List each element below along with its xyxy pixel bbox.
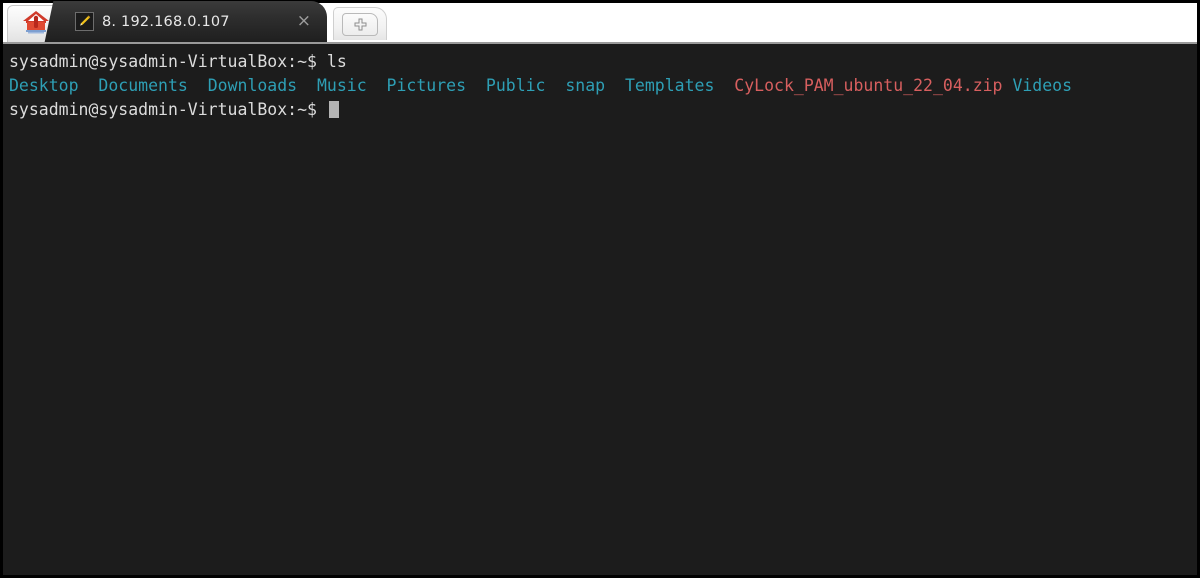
tab-bar-empty-area	[387, 3, 1197, 42]
terminal-lines: sysadmin@sysadmin-VirtualBox:~$ ls Deskto…	[9, 50, 1197, 122]
terminal-text: Templates	[625, 76, 715, 95]
terminal-text: Music	[316, 76, 367, 95]
terminal-line-prompt: sysadmin@sysadmin-VirtualBox:~$	[9, 98, 1197, 122]
terminal-line-output: Desktop Documents Downloads Music Pictur…	[9, 74, 1197, 98]
terminal-text: sysadmin@sysadmin-VirtualBox:~$	[9, 100, 327, 119]
tab-bar: 8. 192.168.0.107 ×	[3, 1, 1197, 44]
yellow-pencil-icon	[75, 12, 94, 31]
terminal-line-command: sysadmin@sysadmin-VirtualBox:~$ ls	[9, 50, 1197, 74]
terminal-text: Videos	[1012, 76, 1073, 95]
terminal-text: snap	[565, 76, 606, 95]
terminal-text: ls	[326, 52, 347, 71]
terminal-text: Desktop	[9, 76, 79, 95]
terminal-text: CyLock_PAM_ubuntu_22_04.zip	[734, 76, 1003, 95]
terminal-window: 8. 192.168.0.107 × sysadmin@sysadmin-Vir…	[0, 0, 1200, 578]
terminal-output-area[interactable]: sysadmin@sysadmin-VirtualBox:~$ ls Deskto…	[3, 44, 1197, 575]
terminal-text: sysadmin@sysadmin-VirtualBox:~$	[9, 52, 327, 71]
terminal-text: Public	[485, 76, 546, 95]
plus-icon	[342, 12, 378, 36]
text-cursor	[328, 101, 339, 118]
terminal-text: Pictures	[386, 76, 467, 95]
new-tab-button[interactable]	[333, 7, 387, 40]
terminal-text: Downloads	[207, 76, 298, 95]
close-icon[interactable]: ×	[287, 13, 327, 30]
terminal-text: Documents	[98, 76, 188, 95]
terminal-tab-8[interactable]: 8. 192.168.0.107 ×	[59, 1, 327, 42]
tab-title: 8. 192.168.0.107	[102, 13, 230, 30]
